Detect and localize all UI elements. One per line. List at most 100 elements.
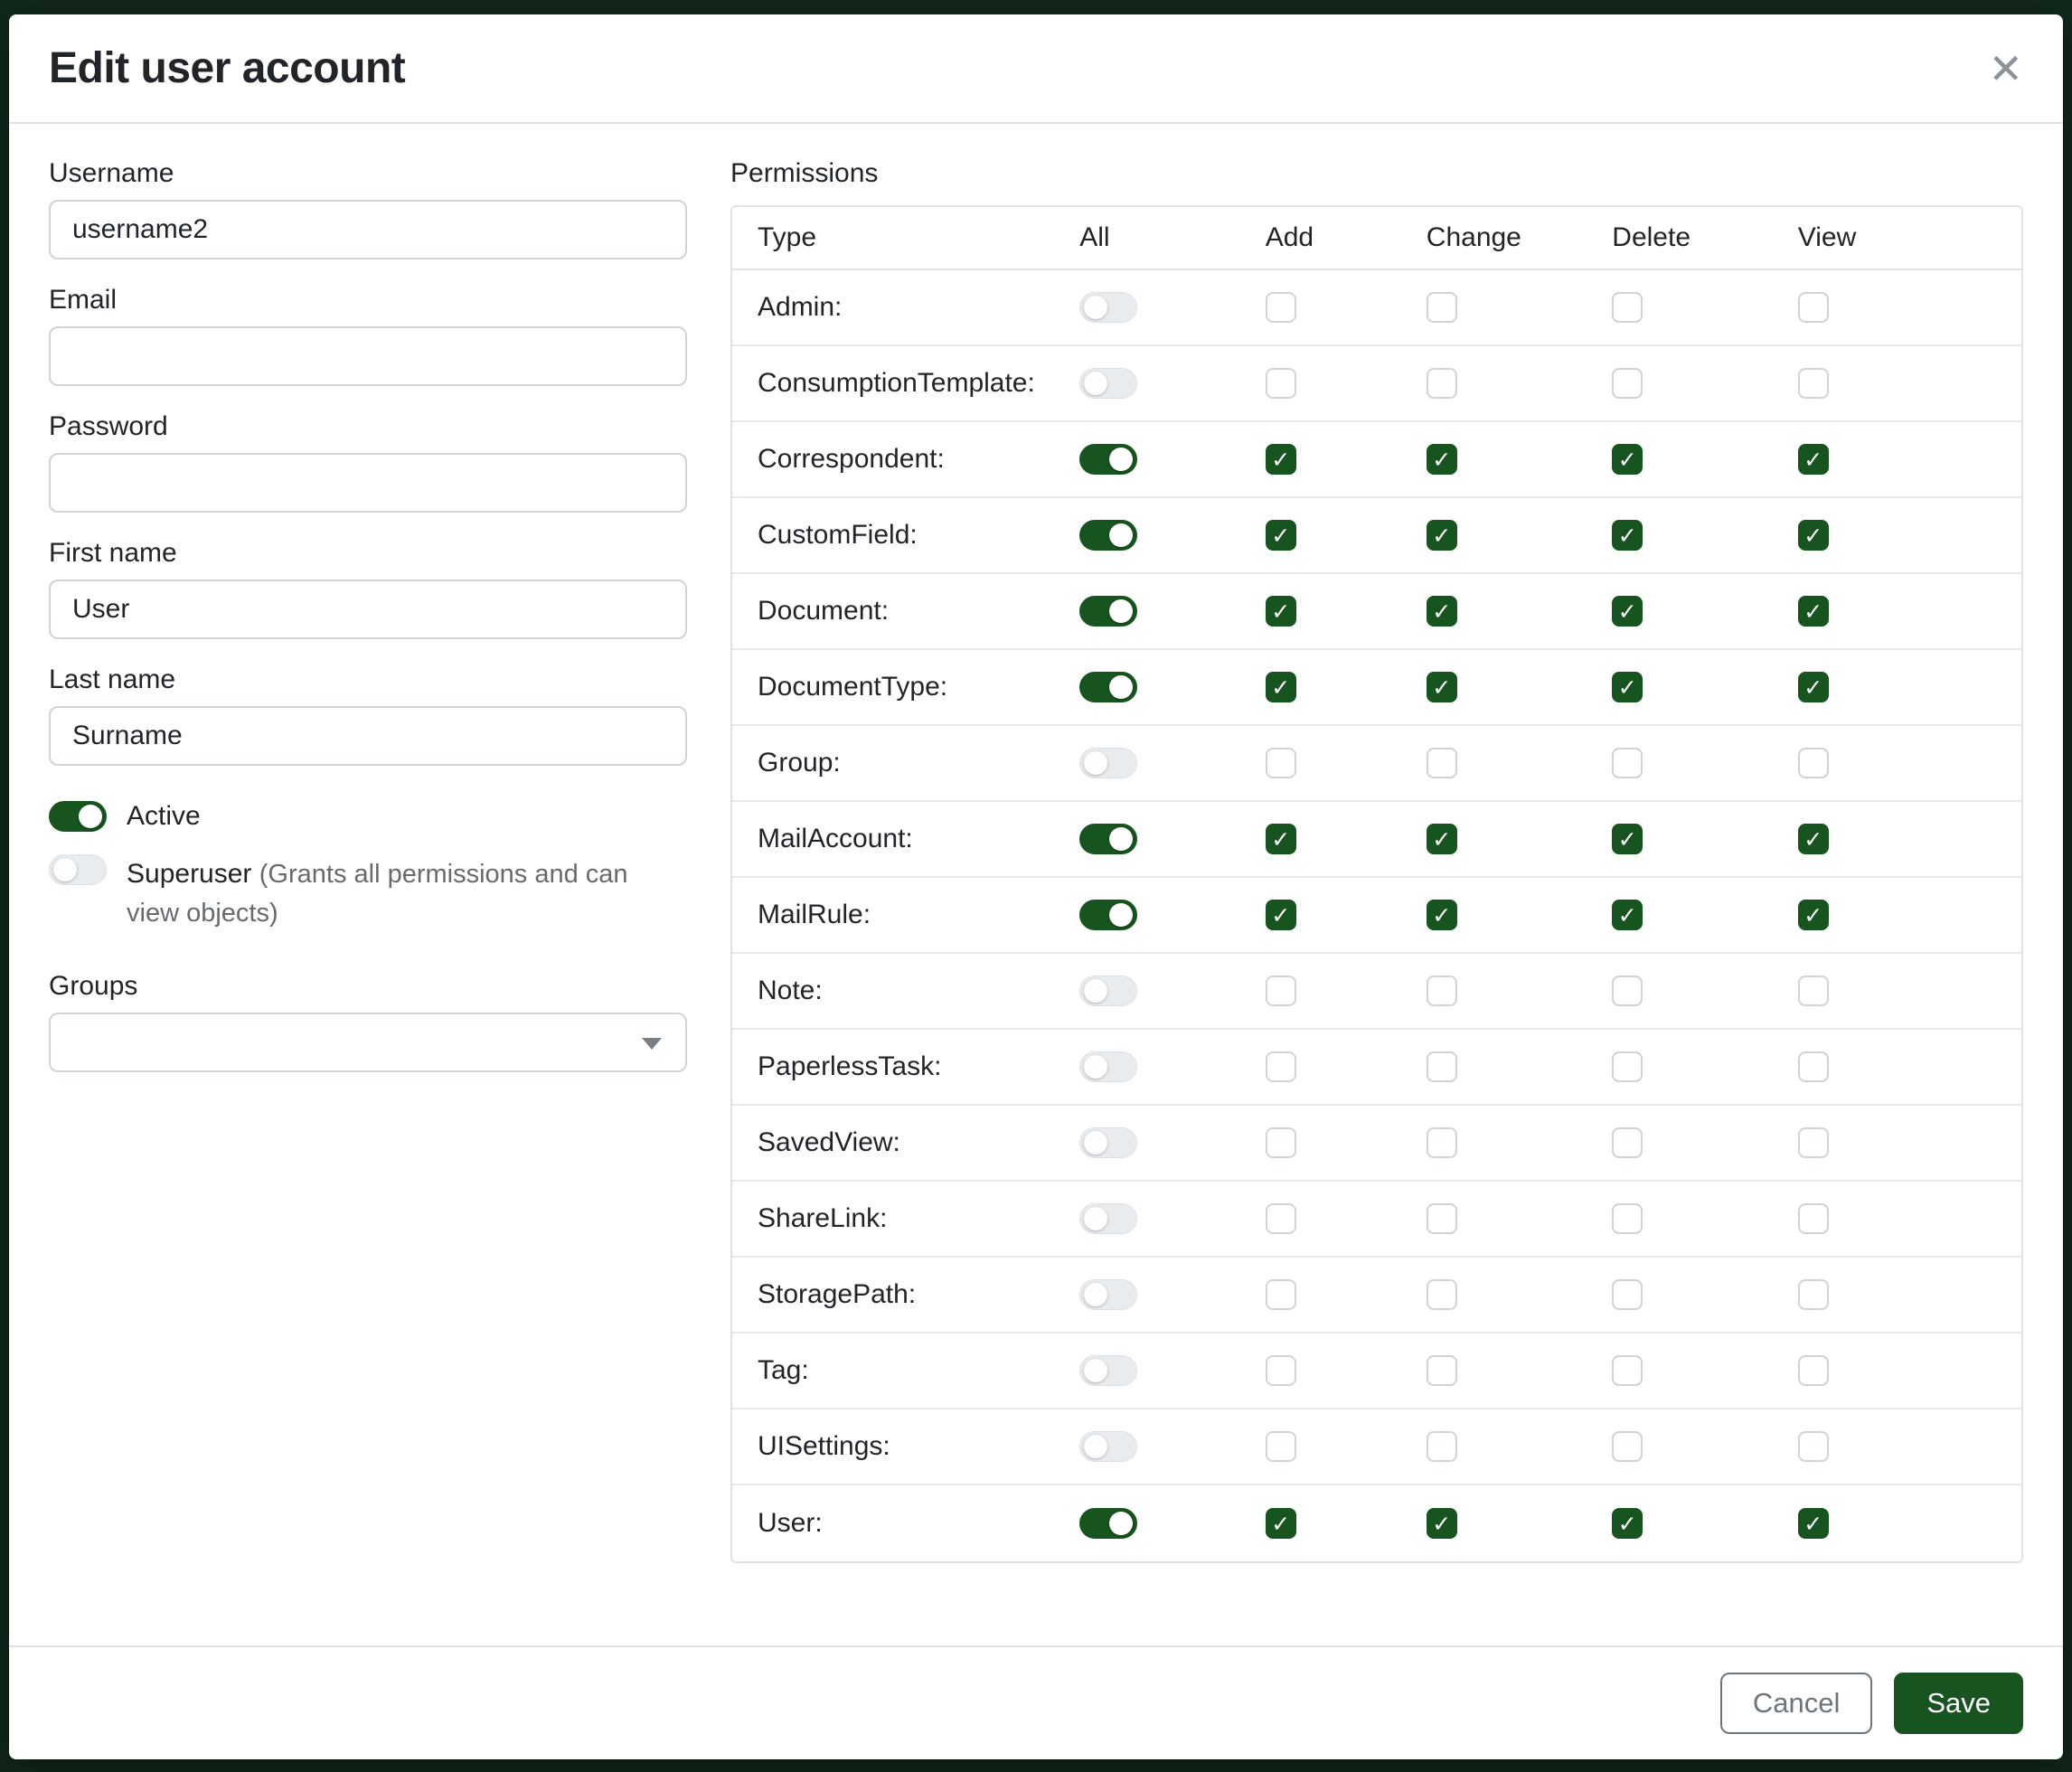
permission-delete-checkbox[interactable]: ✓ — [1612, 520, 1643, 551]
permission-add-checkbox[interactable] — [1266, 1355, 1296, 1386]
permission-add-checkbox[interactable]: ✓ — [1266, 824, 1296, 854]
permission-all-toggle[interactable] — [1079, 1279, 1137, 1310]
permission-all-toggle[interactable] — [1079, 900, 1137, 930]
permission-delete-checkbox[interactable]: ✓ — [1612, 900, 1643, 930]
permission-all-toggle[interactable] — [1079, 672, 1137, 702]
permission-change-checkbox[interactable]: ✓ — [1427, 1508, 1457, 1539]
cancel-button[interactable]: Cancel — [1720, 1673, 1873, 1734]
permission-delete-checkbox[interactable]: ✓ — [1612, 444, 1643, 475]
permission-add-checkbox[interactable]: ✓ — [1266, 672, 1296, 702]
permission-all-toggle[interactable] — [1079, 292, 1137, 323]
permission-delete-checkbox[interactable] — [1612, 1431, 1643, 1462]
permission-view-checkbox[interactable] — [1798, 1355, 1829, 1386]
permission-view-checkbox[interactable]: ✓ — [1798, 444, 1829, 475]
permission-all-toggle[interactable] — [1079, 824, 1137, 854]
permission-add-checkbox[interactable] — [1266, 1279, 1296, 1310]
permission-change-checkbox[interactable] — [1427, 1127, 1457, 1158]
permission-delete-checkbox[interactable] — [1612, 368, 1643, 399]
active-toggle[interactable] — [49, 801, 107, 832]
permission-add-checkbox[interactable]: ✓ — [1266, 520, 1296, 551]
permission-all-toggle[interactable] — [1079, 1203, 1137, 1234]
permission-add-checkbox[interactable] — [1266, 976, 1296, 1006]
permission-delete-checkbox[interactable] — [1612, 748, 1643, 778]
permission-change-checkbox[interactable] — [1427, 748, 1457, 778]
permission-add-checkbox[interactable] — [1266, 748, 1296, 778]
permission-add-checkbox[interactable]: ✓ — [1266, 444, 1296, 475]
permission-view-checkbox[interactable]: ✓ — [1798, 900, 1829, 930]
permission-view-checkbox[interactable] — [1798, 292, 1829, 323]
last-name-field[interactable] — [49, 706, 687, 766]
permission-change-checkbox[interactable]: ✓ — [1427, 520, 1457, 551]
permission-delete-checkbox[interactable]: ✓ — [1612, 672, 1643, 702]
permission-view-checkbox[interactable] — [1798, 1279, 1829, 1310]
permission-add-checkbox[interactable]: ✓ — [1266, 596, 1296, 627]
permission-add-checkbox[interactable] — [1266, 368, 1296, 399]
permission-type-label: UISettings: — [758, 1431, 1079, 1462]
permission-add-checkbox[interactable] — [1266, 1127, 1296, 1158]
superuser-toggle[interactable] — [49, 854, 107, 885]
permission-delete-checkbox[interactable] — [1612, 1279, 1643, 1310]
password-field[interactable] — [49, 453, 687, 513]
permission-all-toggle[interactable] — [1079, 596, 1137, 627]
permission-delete-checkbox[interactable]: ✓ — [1612, 824, 1643, 854]
permission-add-checkbox[interactable] — [1266, 292, 1296, 323]
permission-all-toggle[interactable] — [1079, 368, 1137, 399]
permission-change-checkbox[interactable]: ✓ — [1427, 444, 1457, 475]
close-icon[interactable]: ✕ — [1988, 48, 2023, 90]
permission-view-checkbox[interactable] — [1798, 748, 1829, 778]
permission-view-checkbox[interactable] — [1798, 1051, 1829, 1082]
username-input[interactable] — [49, 200, 687, 259]
permission-all-toggle[interactable] — [1079, 748, 1137, 778]
permission-add-checkbox[interactable] — [1266, 1203, 1296, 1234]
permission-change-checkbox[interactable] — [1427, 1203, 1457, 1234]
permission-add-checkbox[interactable]: ✓ — [1266, 1508, 1296, 1539]
permission-change-checkbox[interactable] — [1427, 368, 1457, 399]
permission-change-checkbox[interactable] — [1427, 1355, 1457, 1386]
permission-all-toggle[interactable] — [1079, 444, 1137, 475]
permission-delete-checkbox[interactable] — [1612, 1051, 1643, 1082]
permission-all-toggle[interactable] — [1079, 1051, 1137, 1082]
permission-delete-checkbox[interactable] — [1612, 1127, 1643, 1158]
permission-add-checkbox[interactable]: ✓ — [1266, 900, 1296, 930]
permission-all-toggle[interactable] — [1079, 1508, 1137, 1539]
permission-delete-checkbox[interactable]: ✓ — [1612, 1508, 1643, 1539]
permission-view-checkbox[interactable]: ✓ — [1798, 824, 1829, 854]
first-name-field[interactable] — [49, 580, 687, 639]
permission-view-checkbox[interactable]: ✓ — [1798, 520, 1829, 551]
permission-add-checkbox[interactable] — [1266, 1051, 1296, 1082]
permission-change-checkbox[interactable] — [1427, 292, 1457, 323]
permission-change-checkbox[interactable]: ✓ — [1427, 672, 1457, 702]
permission-add-checkbox[interactable] — [1266, 1431, 1296, 1462]
permission-view-checkbox[interactable]: ✓ — [1798, 672, 1829, 702]
permission-change-checkbox[interactable]: ✓ — [1427, 824, 1457, 854]
permission-delete-checkbox[interactable] — [1612, 1203, 1643, 1234]
permission-all-toggle[interactable] — [1079, 976, 1137, 1006]
permission-delete-checkbox[interactable]: ✓ — [1612, 596, 1643, 627]
toggle-knob — [1084, 979, 1107, 1003]
permission-change-checkbox[interactable] — [1427, 1431, 1457, 1462]
permission-view-checkbox[interactable]: ✓ — [1798, 1508, 1829, 1539]
groups-select[interactable] — [49, 1013, 687, 1072]
first-name-field-group: First name — [49, 538, 687, 639]
permission-change-checkbox[interactable] — [1427, 976, 1457, 1006]
save-button[interactable]: Save — [1894, 1673, 2023, 1734]
permission-view-checkbox[interactable] — [1798, 1127, 1829, 1158]
permission-change-checkbox[interactable] — [1427, 1051, 1457, 1082]
permission-view-checkbox[interactable] — [1798, 976, 1829, 1006]
permission-all-toggle[interactable] — [1079, 520, 1137, 551]
permission-all-toggle[interactable] — [1079, 1431, 1137, 1462]
toggle-knob — [1084, 1207, 1107, 1230]
permission-change-checkbox[interactable] — [1427, 1279, 1457, 1310]
permission-all-toggle[interactable] — [1079, 1355, 1137, 1386]
permission-change-checkbox[interactable]: ✓ — [1427, 900, 1457, 930]
permission-delete-checkbox[interactable] — [1612, 976, 1643, 1006]
permission-view-checkbox[interactable] — [1798, 1203, 1829, 1234]
permission-view-checkbox[interactable] — [1798, 368, 1829, 399]
permission-view-checkbox[interactable] — [1798, 1431, 1829, 1462]
email-field[interactable] — [49, 326, 687, 386]
permission-view-checkbox[interactable]: ✓ — [1798, 596, 1829, 627]
permission-delete-checkbox[interactable] — [1612, 292, 1643, 323]
permission-delete-checkbox[interactable] — [1612, 1355, 1643, 1386]
permission-all-toggle[interactable] — [1079, 1127, 1137, 1158]
permission-change-checkbox[interactable]: ✓ — [1427, 596, 1457, 627]
